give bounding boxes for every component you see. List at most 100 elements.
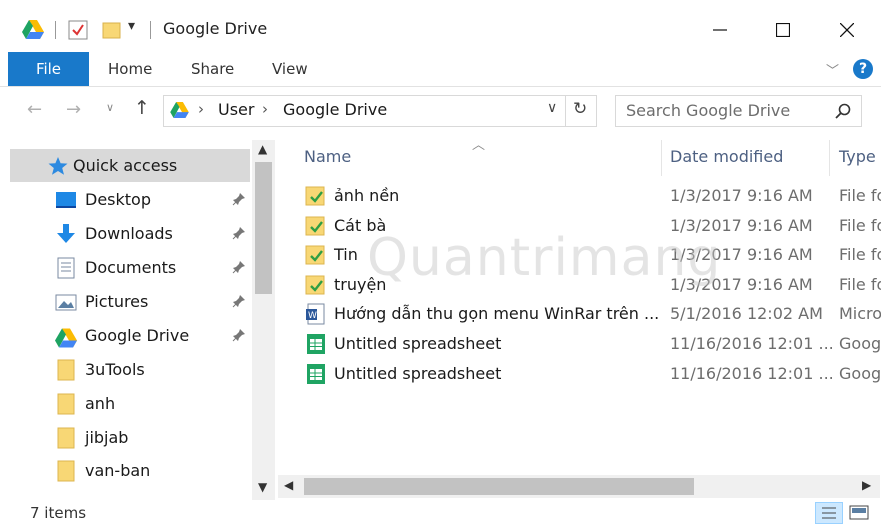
ribbon-tabs: File Home Share View ﹀ ?	[0, 52, 881, 87]
tab-share[interactable]: Share	[191, 52, 234, 86]
details-view-button[interactable]	[815, 502, 843, 524]
column-header-name[interactable]: Name	[304, 146, 351, 174]
folder-icon	[57, 460, 75, 482]
nav-item-google-drive[interactable]: Google Drive	[10, 319, 250, 352]
large-icons-view-button[interactable]	[848, 503, 870, 521]
desktop-icon	[56, 192, 76, 208]
pin-icon[interactable]	[232, 260, 246, 278]
synced-folder-icon	[305, 275, 325, 295]
folder-icon	[57, 359, 75, 381]
breadcrumb-user[interactable]: User	[218, 100, 254, 119]
file-row[interactable]: Untitled spreadsheet 11/16/2016 12:01 ...…	[300, 360, 881, 389]
file-type: File fo	[839, 275, 881, 294]
nav-item-label: Downloads	[85, 224, 173, 243]
file-row[interactable]: Untitled spreadsheet 11/16/2016 12:01 ...…	[300, 330, 881, 359]
column-divider[interactable]	[829, 140, 830, 176]
pin-icon[interactable]	[232, 328, 246, 346]
file-name: Untitled spreadsheet	[334, 334, 502, 353]
address-dropdown-icon[interactable]: ∨	[547, 100, 557, 116]
word-doc-icon: W	[306, 303, 325, 325]
svg-text:W: W	[308, 311, 317, 321]
pin-icon[interactable]	[232, 192, 246, 210]
expand-ribbon-icon[interactable]: ﹀	[826, 60, 839, 79]
scroll-right-icon[interactable]: ▶	[862, 478, 871, 492]
breadcrumb-separator: ›	[198, 100, 204, 118]
tab-file[interactable]: File	[8, 52, 89, 86]
scroll-left-icon[interactable]: ◀	[284, 478, 293, 492]
recent-locations-icon[interactable]: ∨	[106, 101, 114, 114]
google-drive-icon	[55, 328, 77, 348]
help-icon[interactable]: ?	[853, 59, 873, 79]
maximize-button[interactable]	[760, 10, 806, 50]
scroll-up-icon[interactable]: ▲	[258, 142, 267, 156]
back-button[interactable]: ←	[27, 99, 42, 120]
file-type: Goog	[839, 334, 881, 353]
pin-icon[interactable]	[232, 294, 246, 312]
nav-item-documents[interactable]: Documents	[10, 251, 250, 284]
file-type: File fo	[839, 186, 881, 205]
file-date-modified: 5/1/2016 12:02 AM	[670, 304, 823, 323]
google-drive-icon	[22, 20, 44, 39]
close-button[interactable]	[824, 10, 870, 50]
file-name: Untitled spreadsheet	[334, 364, 502, 383]
search-box[interactable]: Search Google Drive	[615, 95, 862, 127]
column-header-type[interactable]: Type	[839, 146, 876, 174]
nav-item-pictures[interactable]: Pictures	[10, 285, 250, 318]
nav-item-desktop[interactable]: Desktop	[10, 183, 250, 216]
column-divider[interactable]	[661, 140, 662, 176]
pin-icon[interactable]	[232, 226, 246, 244]
folder-icon	[57, 393, 75, 415]
file-date-modified: 11/16/2016 12:01 ...	[670, 334, 834, 353]
nav-item-label: Documents	[85, 258, 177, 277]
sheets-icon	[307, 334, 325, 354]
file-row[interactable]: ảnh nền 1/3/2017 9:16 AM File fo	[300, 182, 881, 211]
forward-button[interactable]: →	[66, 99, 81, 120]
quick-access-separator	[55, 21, 56, 39]
refresh-icon[interactable]: ↻	[573, 99, 587, 119]
file-row[interactable]: W Hướng dẫn thu gọn menu WinRar trên ... 5…	[300, 300, 881, 329]
properties-icon[interactable]	[68, 20, 88, 40]
nav-item-downloads[interactable]: Downloads	[10, 217, 250, 250]
file-date-modified: 1/3/2017 9:16 AM	[670, 186, 813, 205]
item-count: 7 items	[30, 504, 87, 522]
scrollbar-thumb[interactable]	[255, 162, 272, 294]
nav-item-label: Quick access	[73, 156, 178, 175]
file-type: File fo	[839, 245, 881, 264]
customize-toolbar-icon[interactable]: ▾	[128, 18, 135, 34]
column-header-date-modified[interactable]: Date modified	[670, 146, 783, 174]
nav-item-label: jibjab	[85, 428, 129, 447]
breadcrumb-google-drive[interactable]: Google Drive	[283, 100, 387, 119]
nav-item-3utools[interactable]: 3uTools	[10, 353, 250, 386]
synced-folder-icon	[305, 245, 325, 265]
minimize-button[interactable]	[697, 10, 743, 50]
nav-item-label: van-ban	[85, 461, 151, 480]
address-bar[interactable]: › User › Google Drive ∨ ↻	[163, 95, 597, 127]
tab-view[interactable]: View	[272, 52, 308, 86]
file-type: Goog	[839, 364, 881, 383]
nav-item-anh[interactable]: anh	[10, 387, 250, 420]
title-bar: ▾ Google Drive	[0, 0, 881, 52]
content-horizontal-scrollbar[interactable]: ◀ ▶	[278, 475, 880, 498]
scrollbar-thumb[interactable]	[304, 478, 694, 495]
nav-item-jibjab[interactable]: jibjab	[10, 421, 250, 454]
download-icon	[57, 224, 75, 243]
nav-scrollbar[interactable]: ▲ ▼	[252, 140, 275, 500]
nav-item-quick-access[interactable]: Quick access	[10, 149, 250, 182]
navigation-bar: ← → ∨ ↑ › User › Google Drive ∨ ↻ Search…	[0, 87, 881, 135]
new-folder-icon[interactable]	[102, 20, 122, 40]
scroll-down-icon[interactable]: ▼	[258, 480, 267, 494]
nav-item-van-ban[interactable]: van-ban	[10, 454, 250, 487]
file-type: File fo	[839, 216, 881, 235]
address-divider	[565, 96, 566, 126]
search-icon[interactable]	[835, 103, 851, 119]
search-input[interactable]: Search Google Drive	[626, 101, 790, 120]
up-button[interactable]: ↑	[134, 97, 150, 119]
synced-folder-icon	[305, 216, 325, 236]
star-icon	[48, 157, 68, 175]
synced-folder-icon	[305, 186, 325, 206]
file-date-modified: 11/16/2016 12:01 ...	[670, 364, 834, 383]
tab-home[interactable]: Home	[108, 52, 152, 86]
large-icons-view-icon	[849, 505, 869, 520]
sheets-icon	[307, 364, 325, 384]
breadcrumb-separator: ›	[262, 100, 268, 118]
